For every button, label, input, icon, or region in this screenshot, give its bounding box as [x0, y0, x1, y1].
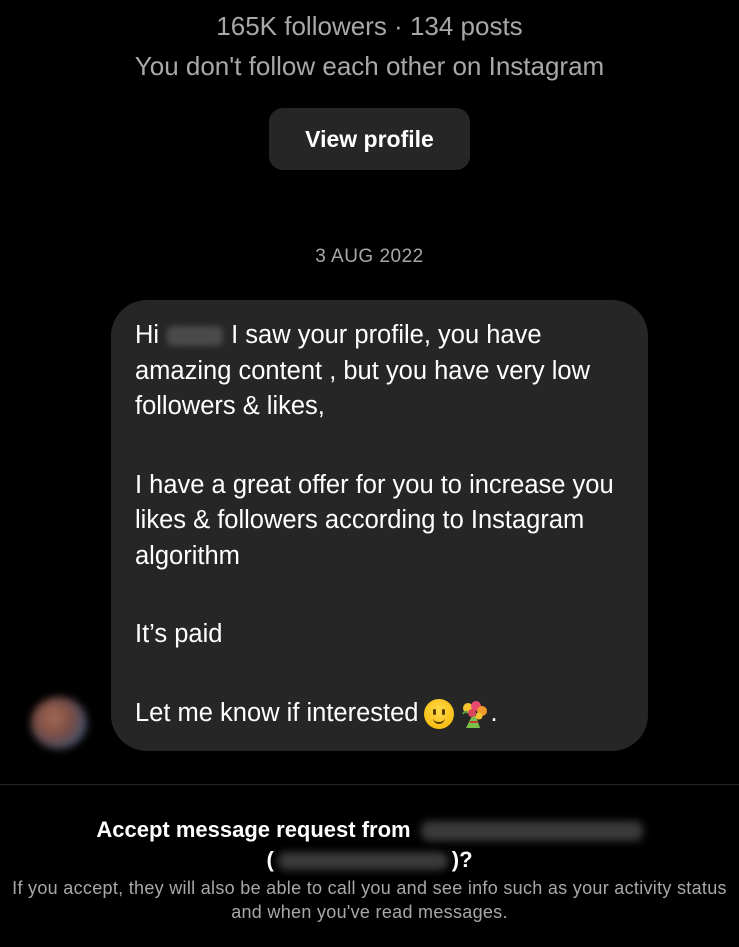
slightly-smiling-face-icon	[424, 698, 455, 729]
message-closing: Let me know if interested	[135, 698, 419, 727]
divider	[0, 784, 739, 785]
redacted-username	[277, 852, 448, 871]
message-paragraph-4: Let me know if interested .	[135, 696, 624, 732]
sender-avatar[interactable]	[31, 697, 87, 749]
accept-request-description: If you accept, they will also be able to…	[12, 878, 727, 922]
accept-request-title: Accept message request from ()?	[0, 815, 739, 875]
profile-stats: 165K followers · 134 posts	[216, 11, 523, 41]
message-paragraph-3: It’s paid	[135, 620, 223, 648]
message-bubble[interactable]: Hi I saw your profile, you have amazing c…	[111, 300, 648, 751]
thread-date: 3 AUG 2022	[315, 246, 424, 267]
follow-status: You don't follow each other on Instagram	[134, 51, 605, 81]
open-paren: (	[266, 847, 274, 872]
redacted-full-name	[420, 821, 643, 842]
accept-request-label: Accept message request from	[96, 817, 411, 842]
redacted-name	[167, 326, 224, 347]
message-paragraph-2: I have a great offer for you to increase…	[135, 470, 614, 570]
message-closing-period: .	[490, 698, 498, 727]
view-profile-button[interactable]: View profile	[269, 108, 470, 170]
message-paragraph-1: Hi I saw your profile, you have amazing c…	[135, 318, 624, 425]
bouquet-icon	[458, 698, 490, 730]
close-paren: )?	[451, 847, 473, 872]
message-greeting: Hi	[135, 321, 160, 349]
